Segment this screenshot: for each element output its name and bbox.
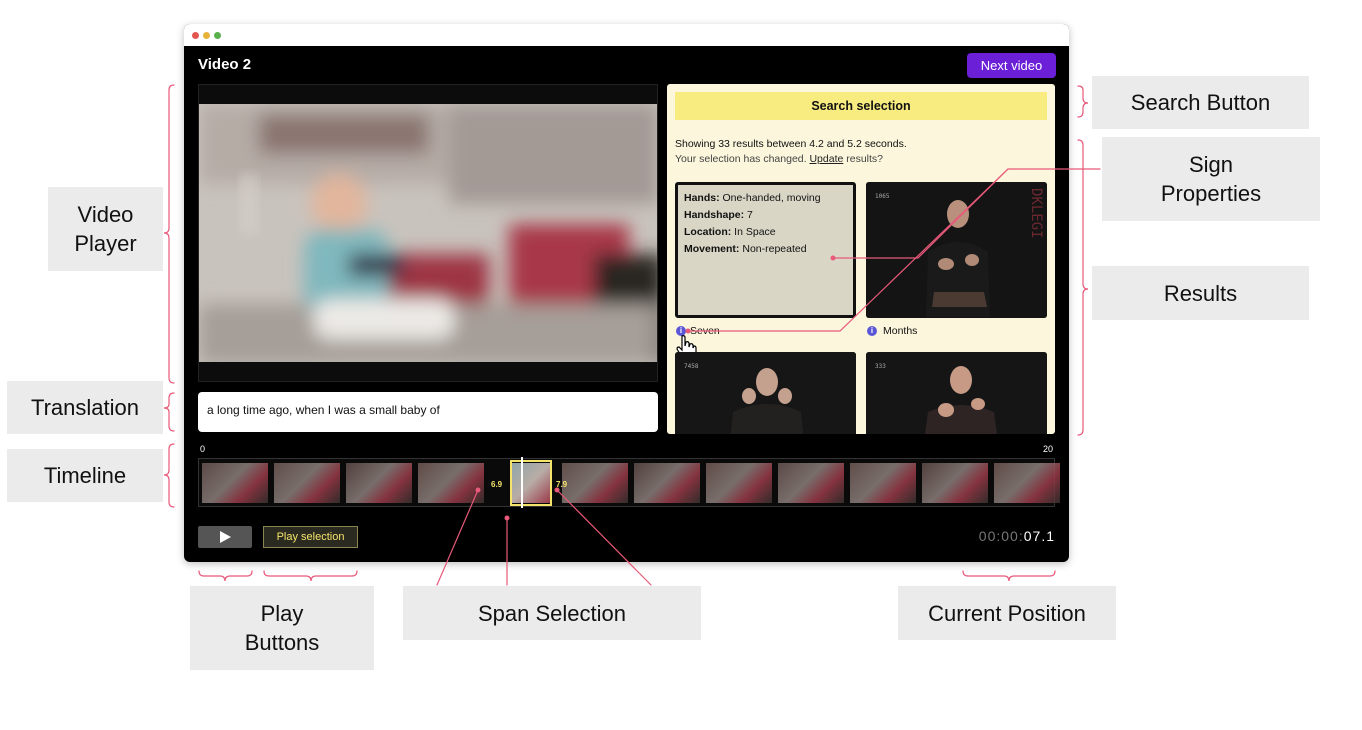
callout-span-selection: Span Selection	[403, 586, 701, 640]
callout-results: Results	[1092, 266, 1309, 320]
callout-sign-properties: Sign Properties	[1102, 137, 1320, 221]
callout-timeline: Timeline	[7, 449, 163, 502]
callout-current-position: Current Position	[898, 586, 1116, 640]
callout-play-buttons: Play Buttons	[190, 586, 374, 670]
callout-video-player: Video Player	[48, 187, 163, 271]
callout-translation: Translation	[7, 381, 163, 434]
figure: Video 2 Next video a long time ago, when…	[0, 0, 1362, 730]
callout-search-button: Search Button	[1092, 76, 1309, 129]
